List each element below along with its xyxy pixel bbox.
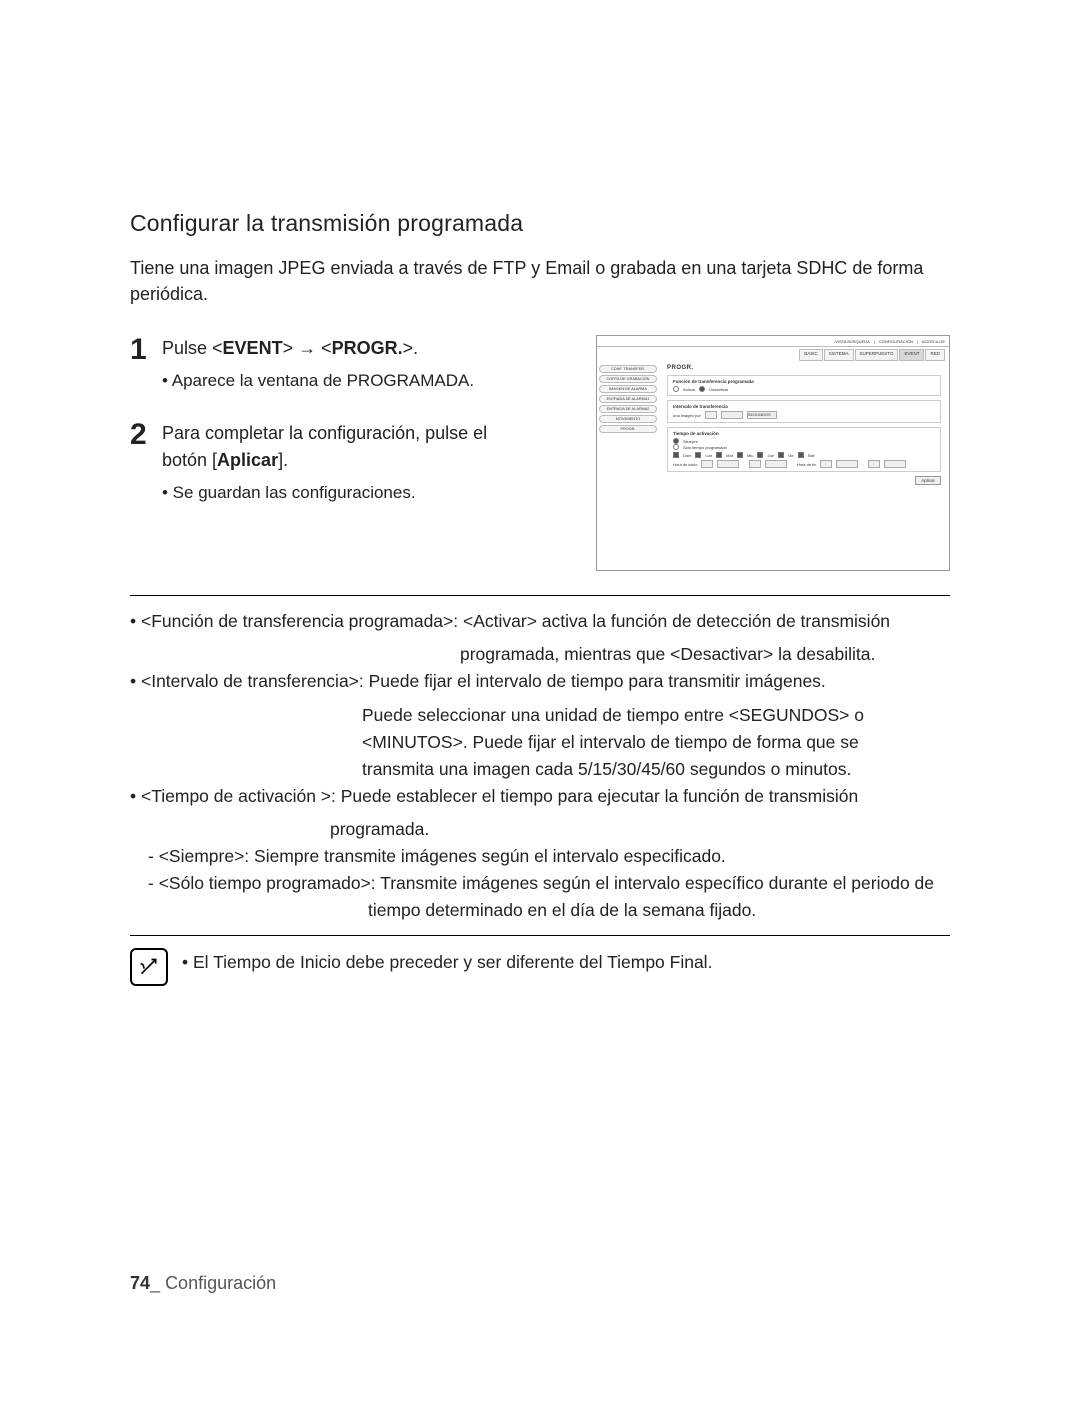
end-hour-spinner[interactable] bbox=[836, 460, 858, 468]
step-1-sub: • Aparece la ventana de PROGRAMADA. bbox=[162, 368, 474, 394]
topnav-item[interactable]: VISTA BÚSQUEDA bbox=[835, 339, 870, 344]
day-checkbox[interactable] bbox=[737, 452, 743, 458]
sidebar-item[interactable]: ENTRADA DE ALARMA1 bbox=[599, 395, 657, 403]
step-1-number: 1 bbox=[130, 335, 152, 394]
sidebar-item[interactable]: MOVIMIENTO bbox=[599, 415, 657, 423]
step-2: 2 Para completar la configuración, pulse… bbox=[130, 420, 572, 506]
end-hour-input[interactable] bbox=[820, 460, 832, 468]
sidebar-item[interactable]: CONF. TRANSFER. bbox=[599, 365, 657, 373]
interval-unit-select[interactable]: SEGUNDOS bbox=[747, 411, 777, 419]
end-min-spinner[interactable] bbox=[884, 460, 906, 468]
day-checkbox[interactable] bbox=[695, 452, 701, 458]
day-checkbox[interactable] bbox=[757, 452, 763, 458]
apply-button[interactable]: Aplicar bbox=[915, 476, 941, 485]
topnav-item[interactable]: ACERCA DE bbox=[922, 339, 945, 344]
day-checkbox[interactable] bbox=[798, 452, 804, 458]
step-1: 1 Pulse <EVENT> → <PROGR.>. • Aparece la… bbox=[130, 335, 572, 394]
panel-heading: PROGR. bbox=[667, 365, 941, 371]
intro-text: Tiene una imagen JPEG enviada a través d… bbox=[130, 255, 950, 307]
tab-basic[interactable]: BASIC bbox=[799, 349, 823, 361]
sidebar-item-progr[interactable]: PROGR. bbox=[599, 425, 657, 433]
box-transfer-interval: Intervalo de transferencia una imagen po… bbox=[667, 400, 941, 423]
radio-activate[interactable] bbox=[673, 386, 679, 392]
step-1-text: Pulse <EVENT> → <PROGR.>. bbox=[162, 338, 418, 358]
note-icon bbox=[130, 948, 168, 986]
description-block: • <Función de transferencia programada>:… bbox=[130, 608, 950, 924]
tab-red[interactable]: RED bbox=[925, 349, 945, 361]
divider bbox=[130, 595, 950, 596]
note-text: • El Tiempo de Inicio debe preceder y se… bbox=[182, 952, 712, 973]
start-min-input[interactable] bbox=[749, 460, 761, 468]
divider bbox=[130, 935, 950, 936]
sidebar-item[interactable]: CORTA DE GRABACIÓN bbox=[599, 375, 657, 383]
tab-superpuesto[interactable]: SUPERPUESTO bbox=[855, 349, 899, 361]
end-min-input[interactable] bbox=[868, 460, 880, 468]
config-screenshot: VISTA BÚSQUEDA | CONFIGURACIÓN | ACERCA … bbox=[596, 335, 950, 571]
step-2-number: 2 bbox=[130, 420, 152, 506]
interval-spinner[interactable] bbox=[721, 411, 743, 419]
sidebar-item[interactable]: IMAGEN DE ALARMA bbox=[599, 385, 657, 393]
page-footer: 74_ Configuración bbox=[130, 1273, 276, 1294]
box-activation-time: Tiempo de activación Siempre Sólo tiempo… bbox=[667, 427, 941, 472]
radio-scheduled-only[interactable] bbox=[673, 444, 679, 450]
tab-sistema[interactable]: SISTEMA bbox=[824, 349, 854, 361]
box-transfer-function: Función de transferencia programada Acti… bbox=[667, 375, 941, 396]
sidebar-item[interactable]: ENTRADA DE ALARMA2 bbox=[599, 405, 657, 413]
topnav-item[interactable]: CONFIGURACIÓN bbox=[879, 339, 913, 344]
start-hour-input[interactable] bbox=[701, 460, 713, 468]
step-2-sub: • Se guardan las configuraciones. bbox=[162, 480, 487, 506]
day-checkbox[interactable] bbox=[716, 452, 722, 458]
start-min-spinner[interactable] bbox=[765, 460, 787, 468]
radio-deactivate[interactable] bbox=[699, 386, 705, 392]
day-checkbox[interactable] bbox=[673, 452, 679, 458]
step-2-text: Para completar la configuración, pulse e… bbox=[162, 420, 487, 474]
page-title: Configurar la transmisión programada bbox=[130, 210, 950, 237]
start-hour-spinner[interactable] bbox=[717, 460, 739, 468]
arrow-right-icon: → bbox=[298, 338, 316, 358]
day-checkbox[interactable] bbox=[778, 452, 784, 458]
tab-event[interactable]: EVENT bbox=[899, 349, 924, 361]
interval-value-input[interactable] bbox=[705, 411, 717, 419]
